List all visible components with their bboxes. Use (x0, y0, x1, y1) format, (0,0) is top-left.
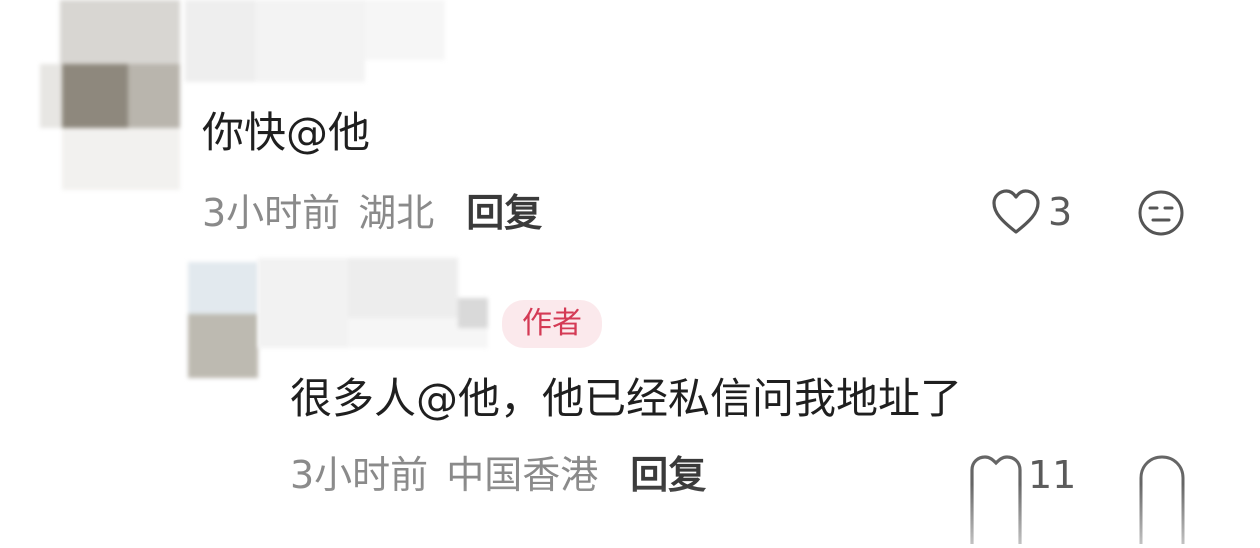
comment-time: 3小时前 (202, 191, 341, 235)
comment-text: 你快@他 (202, 108, 371, 157)
like-count: 11 (1028, 453, 1077, 497)
like-count: 3 (1048, 190, 1073, 234)
dislike-button[interactable] (1138, 454, 1186, 544)
like-button[interactable]: 11 (968, 454, 1076, 544)
comment-location: 湖北 (358, 191, 435, 235)
heart-outline-icon (970, 455, 1022, 544)
author-badge: 作者 (502, 300, 602, 348)
username[interactable] (185, 0, 445, 82)
meh-face-icon (1138, 190, 1184, 236)
comment-meta: 3小时前 中国香港 回复 (290, 456, 706, 494)
avatar[interactable] (40, 0, 180, 190)
like-button[interactable]: 3 (990, 188, 1072, 236)
username[interactable] (258, 258, 488, 348)
heart-outline-icon (992, 189, 1040, 234)
comment-time: 3小时前 (290, 453, 429, 497)
comment-text: 很多人@他，他已经私信问我地址了 (290, 374, 963, 423)
comment-location: 中国香港 (446, 453, 599, 497)
dislike-button[interactable] (1136, 188, 1186, 242)
reply-button[interactable]: 回复 (466, 194, 542, 232)
comment-meta: 3小时前 湖北 回复 (202, 194, 542, 232)
reply-button[interactable]: 回复 (630, 456, 706, 494)
meh-face-icon (1139, 455, 1185, 544)
avatar[interactable] (188, 262, 258, 378)
